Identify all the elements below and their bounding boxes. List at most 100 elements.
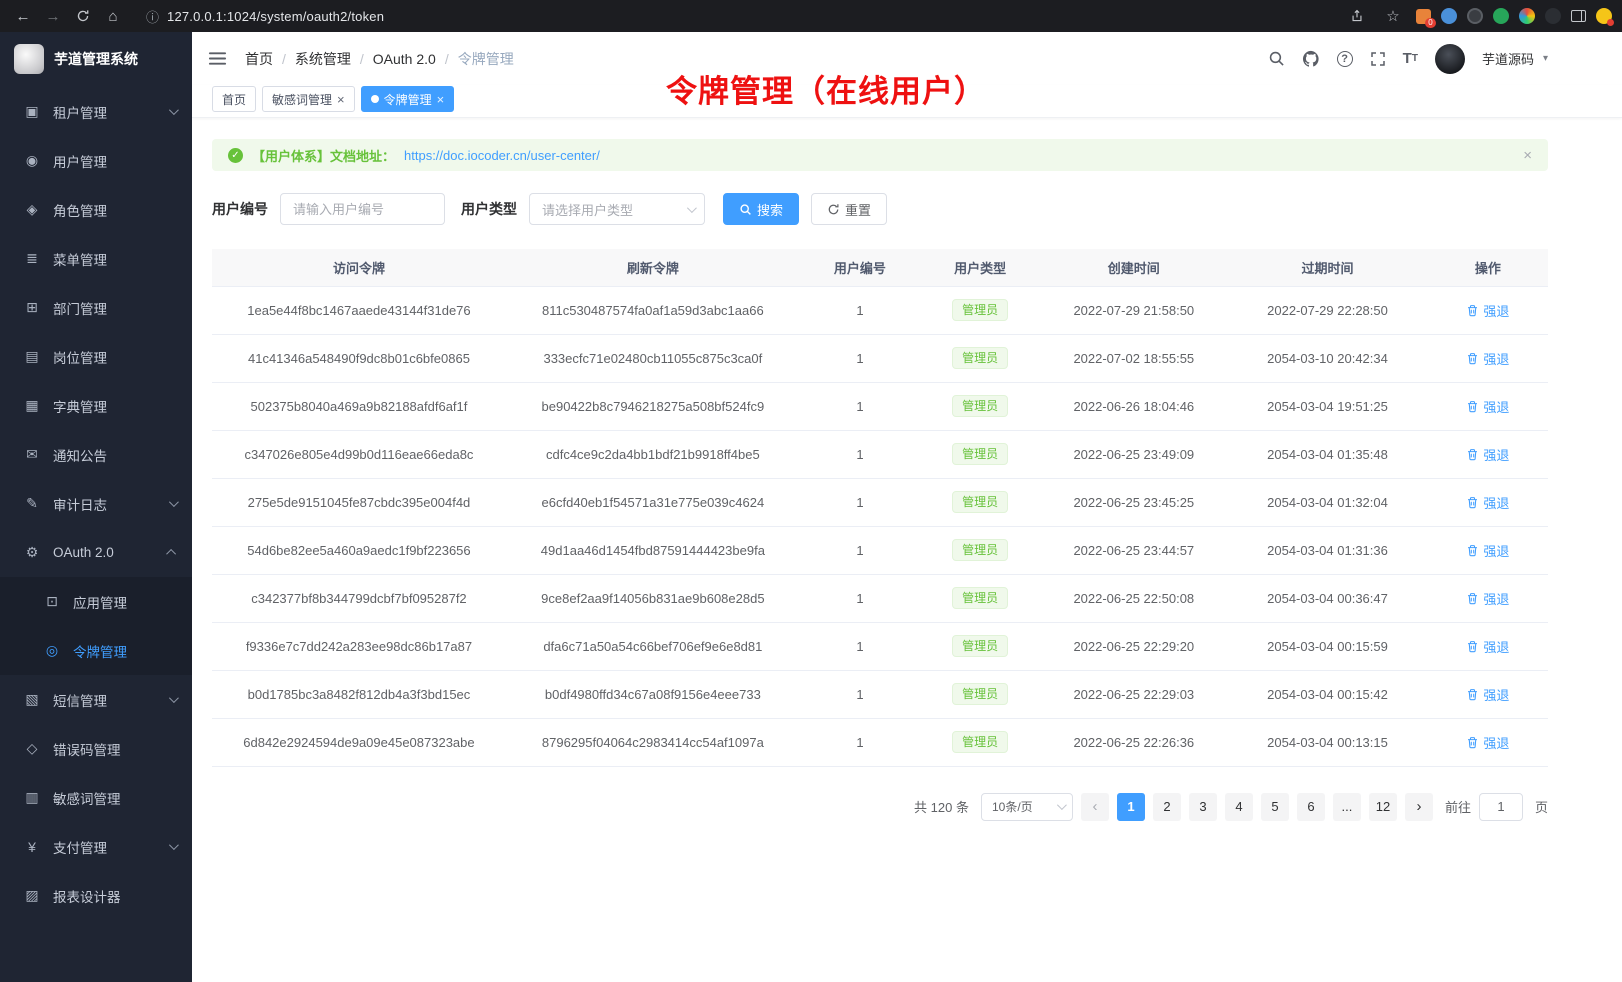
sidebar-item-icon: ⊡ (44, 593, 60, 610)
sidebar-item-label: 租户管理 (53, 102, 107, 122)
sidebar-item[interactable]: ◇ 错误码管理 (0, 724, 192, 773)
collapse-menu-icon[interactable] (208, 49, 227, 68)
page-number-button[interactable]: 3 (1189, 793, 1217, 821)
force-logout-button[interactable]: 强退 (1466, 301, 1509, 320)
force-logout-button[interactable]: 强退 (1466, 445, 1509, 464)
address-bar[interactable]: ⓘ 127.0.0.1:1024/system/oauth2/token (146, 7, 1340, 26)
help-icon[interactable]: ? (1337, 51, 1353, 67)
force-logout-button[interactable]: 强退 (1466, 733, 1509, 752)
sidebar-item[interactable]: ⊡ 应用管理 (0, 577, 192, 626)
breadcrumb-separator: / (282, 51, 286, 67)
tab-active-dot (371, 95, 379, 103)
cell-user-id: 1 (800, 286, 920, 334)
extension-icon-green[interactable] (1493, 8, 1509, 24)
page-size-select[interactable]: 10条/页 (981, 793, 1073, 821)
doc-link[interactable]: https://doc.iocoder.cn/user-center/ (404, 148, 600, 163)
sidebar-item[interactable]: ▨ 报表设计器 (0, 871, 192, 920)
breadcrumb-item[interactable]: 令牌管理 (458, 49, 514, 69)
user-name[interactable]: 芋道源码 (1482, 49, 1534, 68)
force-logout-button[interactable]: 强退 (1466, 637, 1509, 656)
sidebar-item[interactable]: ✉ 通知公告 (0, 430, 192, 479)
sidebar-item[interactable]: ≣ 菜单管理 (0, 234, 192, 283)
refresh-icon (827, 203, 840, 216)
share-icon[interactable] (1344, 3, 1370, 29)
sidebar-item[interactable]: ◉ 用户管理 (0, 136, 192, 185)
sidebar-item[interactable]: ⚙ OAuth 2.0 (0, 528, 192, 577)
sidebar-item-icon: ⊞ (24, 299, 40, 316)
page-number-button[interactable]: 12 (1369, 793, 1397, 821)
reload-icon[interactable] (70, 3, 96, 29)
sidebar-item[interactable]: ▣ 租户管理 (0, 87, 192, 136)
breadcrumb-item[interactable]: 系统管理 (295, 49, 351, 69)
user-avatar[interactable] (1435, 44, 1465, 74)
sidebar-item[interactable]: ✎ 审计日志 (0, 479, 192, 528)
prev-page-button[interactable]: ‹ (1081, 793, 1109, 821)
page-number-button[interactable]: ... (1333, 793, 1361, 821)
next-page-button[interactable]: › (1405, 793, 1433, 821)
back-icon[interactable]: ← (10, 3, 36, 29)
sidebar-item-label: 错误码管理 (53, 739, 121, 759)
breadcrumb-separator: / (445, 51, 449, 67)
user-type-badge: 管理员 (952, 491, 1008, 513)
force-logout-button[interactable]: 强退 (1466, 541, 1509, 560)
extension-icon-multicolor[interactable] (1519, 8, 1535, 24)
extension-icon-dark-ring[interactable] (1467, 8, 1483, 24)
sidebar-toggle-icon[interactable] (1571, 10, 1586, 22)
sidebar-item[interactable]: ⊞ 部门管理 (0, 283, 192, 332)
force-logout-button[interactable]: 强退 (1466, 397, 1509, 416)
breadcrumb-item[interactable]: 首页 (245, 49, 273, 69)
goto-page-input[interactable] (1479, 793, 1523, 821)
home-icon[interactable]: ⌂ (100, 3, 126, 29)
sidebar-item[interactable]: ◈ 角色管理 (0, 185, 192, 234)
browser-profile-avatar[interactable] (1596, 8, 1612, 24)
force-logout-button[interactable]: 强退 (1466, 589, 1509, 608)
sidebar-item[interactable]: ◎ 令牌管理 (0, 626, 192, 675)
github-icon[interactable] (1302, 50, 1320, 68)
reset-button[interactable]: 重置 (811, 193, 887, 225)
search-button[interactable]: 搜索 (723, 193, 799, 225)
bookmark-star-icon[interactable]: ☆ (1380, 3, 1406, 29)
breadcrumb-item[interactable]: OAuth 2.0 (373, 51, 436, 67)
search-icon[interactable] (1268, 50, 1285, 67)
sidebar-item[interactable]: ▦ 字典管理 (0, 381, 192, 430)
force-logout-button[interactable]: 强退 (1466, 349, 1509, 368)
tab-close-icon[interactable]: × (437, 93, 445, 106)
cell-expire-time: 2054-03-10 20:42:34 (1227, 334, 1427, 382)
view-tab[interactable]: 敏感词管理 × (262, 86, 355, 112)
page-number-button[interactable]: 5 (1261, 793, 1289, 821)
force-logout-button[interactable]: 强退 (1466, 493, 1509, 512)
cell-user-id: 1 (800, 574, 920, 622)
cell-refresh-token: be90422b8c7946218275a508bf524fc9 (506, 382, 800, 430)
table-row: 41c41346a548490f9dc8b01c6bfe0865 333ecfc… (212, 334, 1548, 382)
user-caret-icon[interactable]: ▾ (1543, 53, 1548, 64)
extension-icon-grid[interactable]: 0 (1416, 9, 1431, 24)
forward-icon[interactable]: → (40, 3, 66, 29)
cell-expire-time: 2054-03-04 00:15:42 (1227, 670, 1427, 718)
page-number-button[interactable]: 1 (1117, 793, 1145, 821)
view-tab[interactable]: 令牌管理 × (361, 86, 455, 112)
user-id-input[interactable] (280, 193, 445, 225)
extension-icon-paw[interactable] (1545, 8, 1561, 24)
page-number-button[interactable]: 2 (1153, 793, 1181, 821)
alert-close-icon[interactable]: × (1523, 147, 1532, 164)
column-header: 过期时间 (1227, 249, 1427, 286)
extension-icon-blue[interactable] (1441, 8, 1457, 24)
page-number-button[interactable]: 6 (1297, 793, 1325, 821)
user-type-select[interactable]: 请选择用户类型 (529, 193, 705, 225)
tab-close-icon[interactable]: × (337, 93, 345, 106)
sidebar-item[interactable]: ▤ 岗位管理 (0, 332, 192, 381)
app-logo-link[interactable]: 芋道管理系统 (0, 32, 192, 85)
sidebar-item[interactable]: ¥ 支付管理 (0, 822, 192, 871)
sidebar-item[interactable]: ▧ 短信管理 (0, 675, 192, 724)
sidebar-item[interactable]: ▥ 敏感词管理 (0, 773, 192, 822)
view-tab[interactable]: 首页 (212, 86, 256, 112)
page-number-button[interactable]: 4 (1225, 793, 1253, 821)
sidebar-item-label: 菜单管理 (53, 249, 107, 269)
cell-access-token: 41c41346a548490f9dc8b01c6bfe0865 (212, 334, 506, 382)
site-info-icon[interactable]: ⓘ (146, 7, 159, 26)
app-logo-image (14, 44, 44, 74)
main-area: 首页 / 系统管理 / OAuth 2.0 / 令牌管理 (192, 32, 1622, 982)
fullscreen-icon[interactable] (1370, 51, 1386, 67)
force-logout-button[interactable]: 强退 (1466, 685, 1509, 704)
font-size-icon[interactable]: TT (1403, 50, 1418, 67)
